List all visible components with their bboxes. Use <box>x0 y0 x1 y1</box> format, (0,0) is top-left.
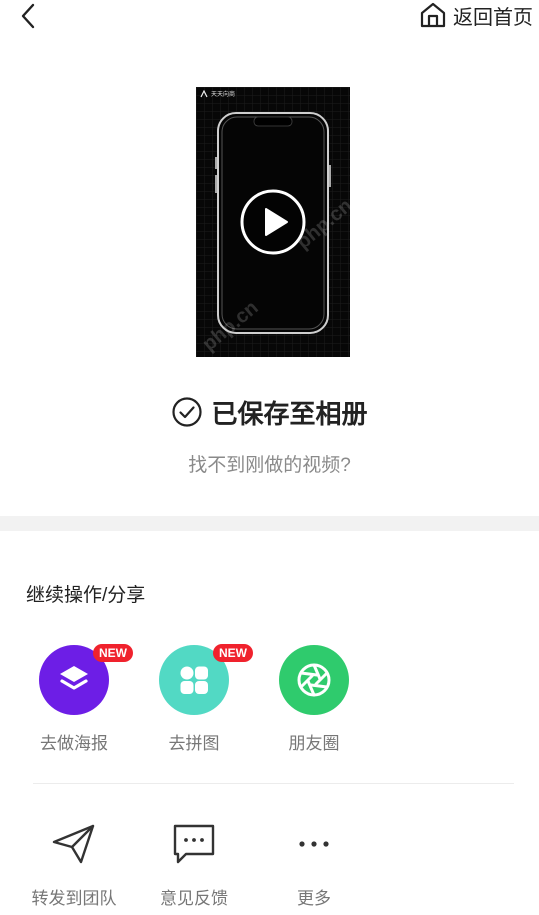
send-icon <box>52 824 95 864</box>
make-poster-button[interactable]: NEW 去做海报 <box>14 644 134 754</box>
home-label: 返回首页 <box>453 6 533 29</box>
section-title: 继续操作/分享 <box>26 585 146 606</box>
chevron-left-icon <box>21 3 35 29</box>
new-badge: NEW <box>93 644 133 662</box>
play-button[interactable] <box>239 188 307 256</box>
divider <box>33 783 514 784</box>
saved-text: 已保存至相册 <box>211 398 368 429</box>
moments-icon-circle <box>279 645 349 715</box>
collage-label: 去拼图 <box>168 734 220 753</box>
moments-button[interactable]: 朋友圈 <box>254 645 374 754</box>
forward-to-team-button[interactable]: 转发到团队 <box>14 820 134 909</box>
more-label: 更多 <box>297 889 331 908</box>
feedback-button[interactable]: 意见反馈 <box>134 820 254 909</box>
back-button[interactable] <box>12 0 44 32</box>
feedback-icon <box>173 824 215 864</box>
app-logo-icon <box>200 89 208 97</box>
more-button[interactable]: 更多 <box>254 820 374 909</box>
collage-button[interactable]: NEW 去拼图 <box>134 644 254 754</box>
make-poster-label: 去做海报 <box>40 734 108 753</box>
brand-label: 天天向商 <box>211 92 236 98</box>
home-icon <box>420 2 446 28</box>
grid-icon <box>180 666 208 694</box>
moments-label: 朋友圈 <box>288 734 340 753</box>
play-icon <box>240 189 306 255</box>
cannot-find-video-link[interactable]: 找不到刚做的视频? <box>0 450 539 477</box>
more-icon <box>299 841 329 847</box>
brand-mark: 天天向商 <box>200 89 235 98</box>
new-badge: NEW <box>213 644 253 662</box>
feedback-label: 意见反馈 <box>160 889 228 908</box>
collage-icon-circle: NEW <box>159 644 253 715</box>
aperture-icon <box>297 663 331 697</box>
section-divider <box>0 516 539 531</box>
layers-icon <box>60 666 88 690</box>
forward-to-team-label: 转发到团队 <box>31 889 117 908</box>
saved-status: 已保存至相册 <box>0 392 539 432</box>
check-circle-icon <box>172 397 203 427</box>
video-preview[interactable]: 天天向商 php.cn php.cn <box>196 87 350 357</box>
home-button[interactable]: 返回首页 <box>419 0 533 30</box>
make-poster-icon-circle: NEW <box>39 644 133 715</box>
